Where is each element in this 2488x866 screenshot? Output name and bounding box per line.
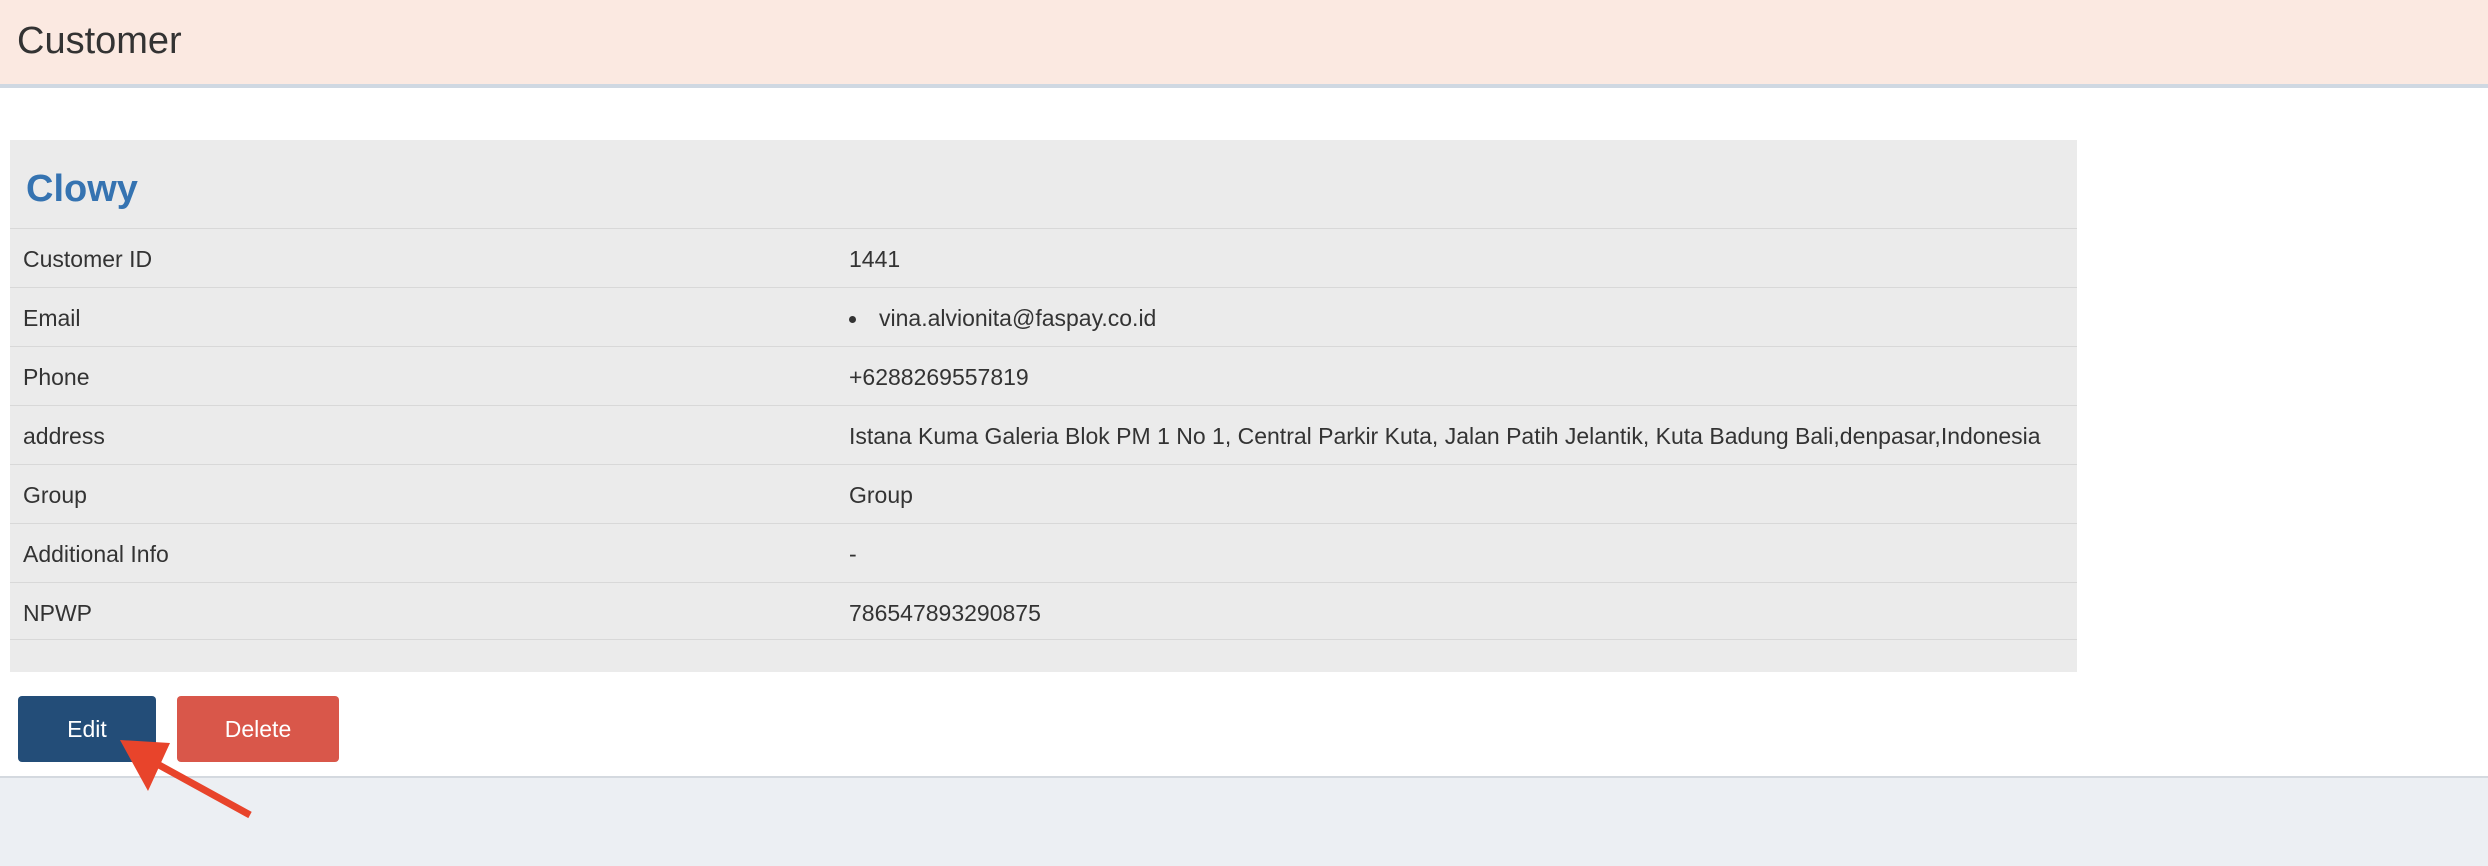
field-label: Additional Info [23, 541, 169, 567]
divider [10, 639, 2077, 640]
red-pointer-arrow-icon [120, 740, 252, 819]
row-group: Group Group [10, 464, 2077, 523]
page-title: Customer [17, 20, 182, 62]
row-npwp: NPWP 786547893290875 [10, 582, 2077, 641]
field-value: - [849, 541, 857, 567]
customer-name: Clowy [26, 168, 138, 210]
field-value: 1441 [849, 246, 901, 272]
field-label: Email [23, 305, 81, 331]
row-email: Email vina.alvionita@faspay.co.id [10, 287, 2077, 346]
row-customer-id: Customer ID 1441 [10, 228, 2077, 287]
customer-detail-panel: Clowy Customer ID 1441 Email vina.alvion… [10, 140, 2077, 672]
field-label: Customer ID [23, 246, 153, 272]
field-value: Group [849, 482, 913, 508]
bullet-icon [849, 316, 856, 323]
field-label: address [23, 423, 105, 449]
row-address: address Istana Kuma Galeria Blok PM 1 No… [10, 405, 2077, 464]
field-label: Phone [23, 364, 90, 390]
row-phone: Phone +6288269557819 [10, 346, 2077, 405]
field-label: NPWP [23, 600, 92, 626]
field-value: +6288269557819 [849, 364, 1029, 390]
email-value: vina.alvionita@faspay.co.id [879, 305, 1157, 331]
field-label: Group [23, 482, 87, 508]
row-additional-info: Additional Info - [10, 523, 2077, 582]
page-footer [0, 776, 2488, 866]
field-value: 786547893290875 [849, 600, 1041, 626]
field-value: Istana Kuma Galeria Blok PM 1 No 1, Cent… [849, 423, 2041, 449]
page-header: Customer [0, 0, 2488, 88]
